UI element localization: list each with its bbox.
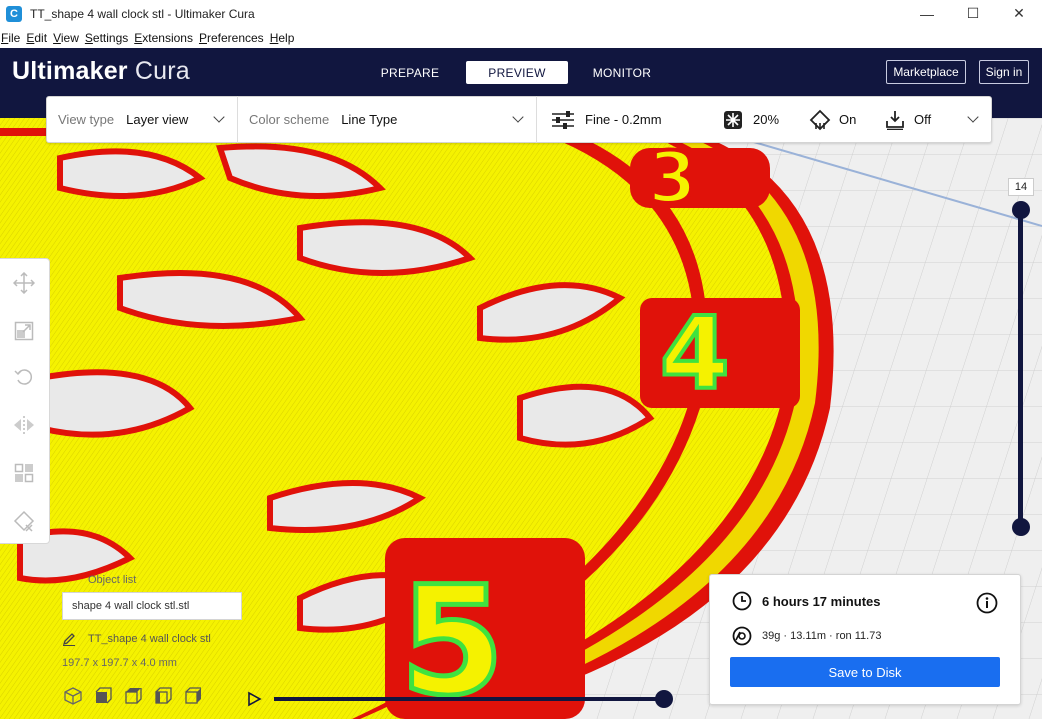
close-button[interactable]: ✕ — [996, 0, 1042, 27]
move-icon — [13, 272, 35, 294]
menu-help[interactable]: Help — [269, 31, 298, 45]
rotate-tool[interactable] — [10, 363, 38, 391]
stage-tabs: PREPARE PREVIEW MONITOR — [360, 61, 674, 84]
view-top-button[interactable] — [122, 686, 144, 706]
print-information-panel: 6 hours 17 minutes 39g · 13.11m · ron 11… — [709, 574, 1021, 705]
spool-icon — [732, 626, 752, 646]
simulation-slider-track[interactable] — [274, 697, 664, 701]
profile-item: Fine - 0.2mm — [551, 96, 662, 143]
numeral-5: 5 — [385, 538, 585, 719]
print-details-button[interactable] — [976, 592, 998, 617]
mirror-icon — [14, 416, 34, 434]
support-value: On — [839, 112, 857, 127]
numeral-4: 4 — [640, 293, 800, 414]
view-type-label: View type — [58, 112, 115, 127]
menu-settings[interactable]: Settings — [84, 31, 131, 45]
sign-in-button[interactable]: Sign in — [979, 60, 1029, 84]
info-icon — [976, 592, 998, 614]
cube-front-icon — [95, 687, 112, 704]
material-usage: 39g · 13.11m · ron 11.73 — [762, 630, 882, 642]
tab-monitor[interactable]: MONITOR — [572, 61, 672, 84]
support-blocker-icon — [13, 510, 35, 532]
play-icon — [248, 691, 262, 707]
view-3d-button[interactable] — [62, 686, 84, 706]
adhesion-item: Off — [885, 96, 931, 143]
cube-left-icon — [155, 687, 172, 704]
view-front-button[interactable] — [92, 686, 114, 706]
mirror-tool[interactable] — [10, 411, 38, 439]
scale-tool[interactable] — [10, 317, 38, 345]
object-name: TT_shape 4 wall clock stl — [88, 633, 211, 645]
simulation-play-button[interactable] — [246, 691, 262, 710]
ultimaker-cura-logo: Ultimaker Cura — [12, 57, 190, 85]
menu-file[interactable]: File — [0, 31, 23, 45]
material-usage-row: 39g · 13.11m · ron 11.73 — [732, 626, 881, 646]
minimize-button[interactable]: — — [904, 0, 950, 27]
print-setup-bar: View type Layer view Color scheme Line T… — [46, 96, 992, 143]
window-title: TT_shape 4 wall clock stl - Ultimaker Cu… — [30, 6, 255, 21]
tool-panel — [0, 258, 50, 544]
window-controls: — ☐ ✕ — [904, 0, 1042, 27]
color-scheme-label: Color scheme — [249, 112, 330, 127]
view-right-button[interactable] — [182, 686, 204, 706]
layer-slider-track[interactable] — [1018, 210, 1023, 528]
svg-text:4: 4 — [660, 295, 730, 412]
print-time: 6 hours 17 minutes — [762, 593, 881, 609]
chevron-down-icon — [967, 111, 979, 123]
pencil-icon — [62, 633, 75, 646]
clock-icon — [732, 591, 752, 611]
svg-text:5: 5 — [400, 555, 504, 719]
chevron-down-icon — [213, 111, 225, 123]
adhesion-icon — [886, 110, 904, 130]
cube-3d-icon — [64, 687, 82, 705]
per-model-settings-icon — [14, 463, 34, 483]
sliders-icon — [552, 110, 574, 129]
object-list-item[interactable]: shape 4 wall clock stl.stl — [62, 592, 242, 620]
support-icon — [809, 109, 831, 130]
cube-right-icon — [185, 687, 201, 704]
menu-preferences[interactable]: Preferences — [198, 31, 267, 45]
scale-icon — [14, 321, 34, 341]
adhesion-value: Off — [914, 112, 932, 127]
simulation-slider-handle[interactable] — [655, 690, 673, 708]
infill-value: 20% — [753, 112, 780, 127]
infill-item: 20% — [723, 96, 779, 143]
layer-slider-lower-handle[interactable] — [1012, 518, 1030, 536]
layer-slider-upper-handle[interactable] — [1012, 201, 1030, 219]
marketplace-button[interactable]: Marketplace — [886, 60, 966, 84]
tab-prepare[interactable]: PREPARE — [360, 61, 460, 84]
tab-preview[interactable]: PREVIEW — [466, 61, 568, 84]
object-dimensions: 197.7 x 197.7 x 4.0 mm — [62, 657, 177, 669]
print-settings-selector[interactable]: Fine - 0.2mm 20% On Off — [537, 96, 991, 143]
color-scheme-selector[interactable]: Color scheme Line Type — [238, 96, 537, 143]
infill-icon — [724, 110, 742, 129]
rotate-icon — [14, 369, 33, 385]
view-left-button[interactable] — [152, 686, 174, 706]
view-type-value: Layer view — [126, 112, 189, 127]
cura-app-icon: C — [6, 5, 22, 22]
camera-view-buttons — [62, 686, 212, 706]
save-to-disk-button[interactable]: Save to Disk — [730, 657, 1000, 687]
move-tool[interactable] — [10, 269, 38, 297]
svg-text:3: 3 — [648, 137, 697, 219]
support-item: On — [809, 96, 856, 143]
menu-view[interactable]: View — [52, 31, 82, 45]
view-type-selector[interactable]: View type Layer view — [47, 96, 238, 143]
layer-number-field[interactable]: 14 — [1008, 178, 1034, 196]
maximize-button[interactable]: ☐ — [950, 0, 996, 27]
menu-bar: File Edit View Settings Extensions Prefe… — [0, 27, 1042, 48]
numeral-3: 3 — [630, 135, 770, 221]
menu-extensions[interactable]: Extensions — [133, 31, 196, 45]
menu-edit[interactable]: Edit — [25, 31, 50, 45]
cube-top-icon — [125, 688, 142, 704]
print-time-row: 6 hours 17 minutes — [732, 591, 880, 611]
window-titlebar: C TT_shape 4 wall clock stl - Ultimaker … — [0, 0, 1042, 27]
support-blocker-tool[interactable] — [10, 507, 38, 535]
object-list-toggle[interactable]: Object list — [88, 574, 136, 586]
chevron-down-icon — [512, 111, 524, 123]
object-name-row[interactable]: TT_shape 4 wall clock stl — [62, 632, 211, 646]
profile-value: Fine - 0.2mm — [585, 112, 662, 127]
per-model-settings-tool[interactable] — [10, 459, 38, 487]
color-scheme-value: Line Type — [341, 112, 398, 127]
